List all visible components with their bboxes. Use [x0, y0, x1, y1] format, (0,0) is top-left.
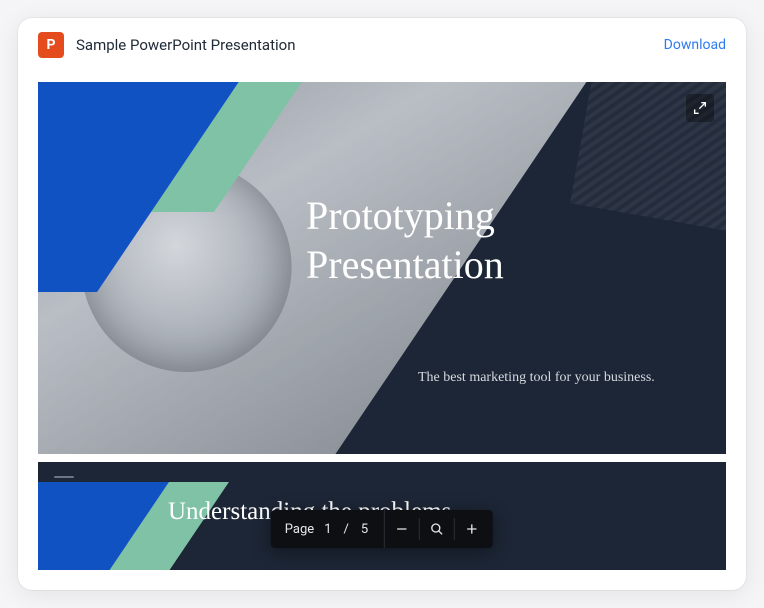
slide-1-subtitle: The best marketing tool for your busines… — [418, 370, 655, 386]
download-link[interactable]: Download — [664, 37, 726, 53]
zoom-out-button[interactable] — [385, 510, 419, 548]
slide-1: Prototyping Presentation The best market… — [38, 82, 726, 454]
header-bar: P Sample PowerPoint Presentation Downloa… — [18, 18, 746, 72]
document-title: Sample PowerPoint Presentation — [76, 36, 652, 54]
slide-1-title-line-2: Presentation — [306, 242, 504, 287]
pagination-toolbar: Page 1 / 5 — [271, 510, 493, 548]
slide-1-title-line-1: Prototyping — [306, 193, 495, 238]
slide-viewer: Prototyping Presentation The best market… — [38, 82, 726, 570]
expand-button[interactable] — [686, 94, 714, 122]
page-indicator: Page 1 / 5 — [275, 510, 385, 548]
magnifier-icon — [429, 521, 445, 537]
slide-1-title: Prototyping Presentation — [306, 192, 504, 290]
zoom-reset-button[interactable] — [420, 510, 454, 548]
preview-card: P Sample PowerPoint Presentation Downloa… — [18, 18, 746, 590]
zoom-in-button[interactable] — [455, 510, 489, 548]
plus-icon — [464, 521, 480, 537]
page-separator: / — [338, 522, 355, 537]
slide-gap — [38, 454, 726, 462]
total-pages: 5 — [355, 522, 374, 537]
minus-icon — [394, 521, 410, 537]
page-label: Page — [285, 522, 318, 537]
powerpoint-icon-letter: P — [46, 37, 55, 53]
expand-icon — [692, 100, 708, 116]
current-page: 1 — [318, 522, 337, 537]
powerpoint-icon: P — [38, 32, 64, 58]
